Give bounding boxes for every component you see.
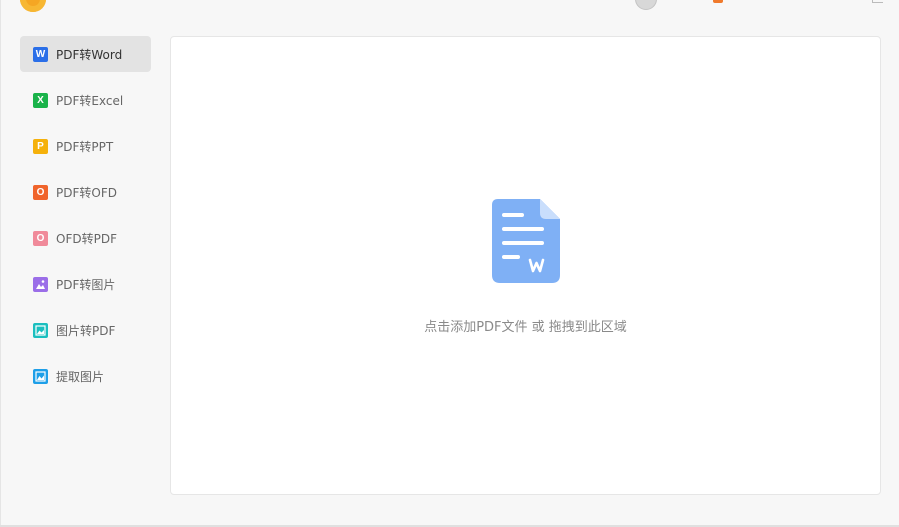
sidebar-item-label: PDF转Excel <box>56 93 124 108</box>
sidebar-item-pdf-to-image[interactable]: PDF转图片 <box>20 266 151 302</box>
window-left-edge <box>0 0 1 527</box>
vip-badge-icon[interactable] <box>713 0 723 3</box>
drop-hint-text: 点击添加PDF文件 或 拖拽到此区域 <box>424 320 627 335</box>
sidebar-item-label: PDF转Word <box>56 47 123 62</box>
ppt-icon: P <box>33 138 48 154</box>
word-document-icon <box>492 199 560 283</box>
ofd-icon: O <box>33 184 48 200</box>
sidebar-item-label: OFD转PDF <box>56 231 117 246</box>
sidebar: W PDF转Word X PDF转Excel P PDF转PPT O PDF转O… <box>20 36 151 404</box>
sidebar-item-label: 提取图片 <box>56 369 105 384</box>
excel-icon: X <box>33 92 48 108</box>
sidebar-item-label: 图片转PDF <box>56 323 116 338</box>
extract-image-icon <box>33 368 48 384</box>
sidebar-item-label: PDF转PPT <box>56 139 114 154</box>
user-avatar[interactable] <box>635 0 657 10</box>
word-icon: W <box>33 46 48 62</box>
ofd-to-pdf-icon: O <box>33 230 48 246</box>
sidebar-item-extract-image[interactable]: 提取图片 <box>20 358 151 394</box>
pdf-to-image-icon <box>33 276 48 292</box>
sidebar-item-pdf-to-ppt[interactable]: P PDF转PPT <box>20 128 151 164</box>
sidebar-item-pdf-to-ofd[interactable]: O PDF转OFD <box>20 174 151 210</box>
sidebar-item-label: PDF转图片 <box>56 277 116 292</box>
sidebar-item-ofd-to-pdf[interactable]: O OFD转PDF <box>20 220 151 256</box>
sidebar-item-pdf-to-excel[interactable]: X PDF转Excel <box>20 82 151 118</box>
sidebar-item-pdf-to-word[interactable]: W PDF转Word <box>20 36 151 72</box>
sidebar-item-image-to-pdf[interactable]: 图片转PDF <box>20 312 151 348</box>
title-bar <box>0 0 899 12</box>
file-drop-zone[interactable]: 点击添加PDF文件 或 拖拽到此区域 <box>170 36 881 495</box>
image-to-pdf-icon <box>33 322 48 338</box>
minimize-icon[interactable] <box>872 0 883 3</box>
sidebar-item-label: PDF转OFD <box>56 185 117 200</box>
app-logo <box>20 0 46 12</box>
